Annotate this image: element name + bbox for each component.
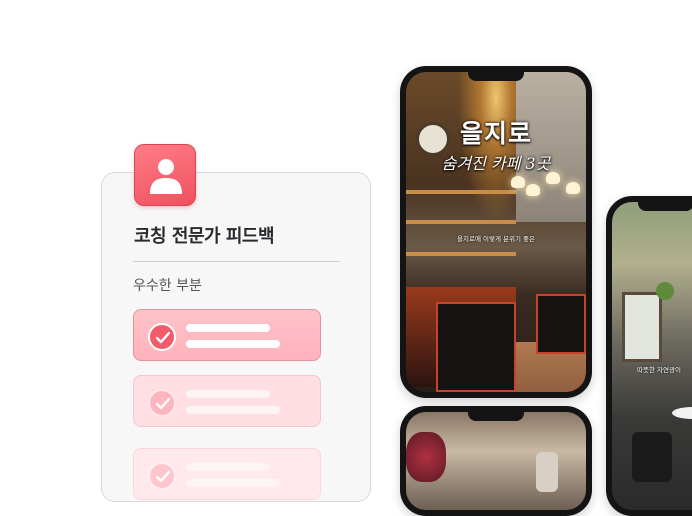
video-caption: 따뜻한 자연광이 xyxy=(637,366,681,374)
feedback-item[interactable] xyxy=(133,448,321,500)
card-title: 코칭 전문가 피드백 xyxy=(134,226,275,247)
phone-mockup-third[interactable]: 따뜻한 자연광이 xyxy=(606,196,692,516)
section-label: 우수한 부분 xyxy=(133,278,202,294)
user-icon xyxy=(150,159,182,194)
divider xyxy=(133,261,340,262)
text-placeholder-line xyxy=(186,324,270,332)
shelf xyxy=(406,252,516,256)
video-subtitle: 숨겨진 카페 3곳 xyxy=(441,154,551,173)
phone-mockup-second[interactable] xyxy=(400,406,592,516)
phone-notch xyxy=(468,411,524,421)
coach-avatar xyxy=(134,144,196,206)
text-placeholder-line xyxy=(186,463,270,471)
check-icon xyxy=(148,462,176,490)
video-thumbnail xyxy=(406,412,586,510)
check-icon xyxy=(148,389,176,417)
table xyxy=(672,407,692,419)
text-placeholder-line xyxy=(186,340,280,348)
video-title: 을지로 xyxy=(459,119,532,148)
text-placeholder-line xyxy=(186,390,270,398)
feedback-item[interactable] xyxy=(133,375,321,427)
window xyxy=(622,292,662,362)
video-thumbnail: 따뜻한 자연광이 xyxy=(612,202,692,510)
vase xyxy=(536,452,558,492)
lamp xyxy=(526,184,540,196)
plant xyxy=(656,282,674,300)
shelf xyxy=(406,190,516,194)
phone-notch xyxy=(638,201,692,211)
flower xyxy=(406,432,446,482)
phone-notch xyxy=(468,71,524,81)
cabinet xyxy=(536,294,586,354)
phone-mockup-euljiro[interactable]: 을지로 숨겨진 카페 3곳 을지로에 이렇게 분위기 좋은 xyxy=(400,66,592,398)
lamp xyxy=(511,176,525,188)
feedback-item[interactable] xyxy=(133,309,321,361)
video-thumbnail: 을지로 숨겨진 카페 3곳 을지로에 이렇게 분위기 좋은 xyxy=(406,72,586,392)
cabinet xyxy=(436,302,516,392)
shelf xyxy=(406,220,516,224)
lamp xyxy=(566,182,580,194)
check-icon xyxy=(148,323,176,351)
text-placeholder-line xyxy=(186,479,280,487)
video-caption: 을지로에 이렇게 분위기 좋은 xyxy=(457,235,535,243)
chair xyxy=(632,432,672,482)
text-placeholder-line xyxy=(186,406,280,414)
